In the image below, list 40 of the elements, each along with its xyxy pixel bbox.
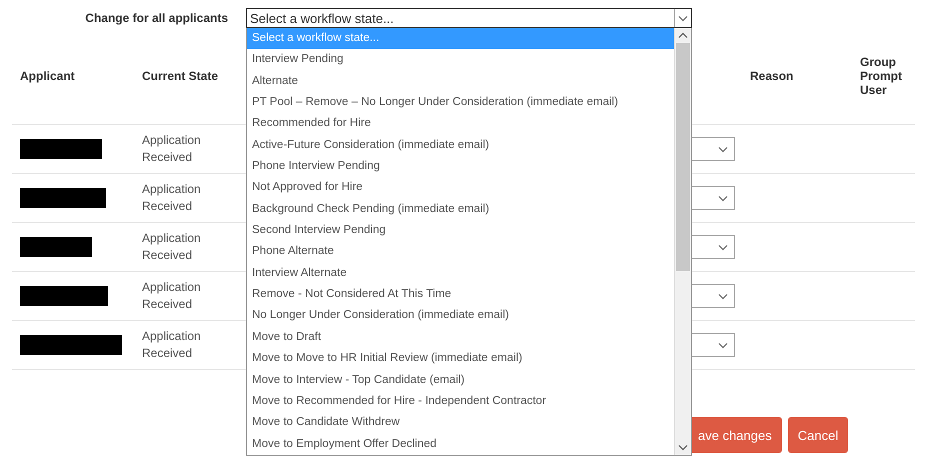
chevron-down-icon[interactable] — [718, 244, 728, 250]
dropdown-option[interactable]: Move to Draft — [247, 326, 674, 348]
workflow-select[interactable]: Select a workflow state... — [246, 8, 692, 28]
scrollbar-thumb[interactable] — [676, 43, 690, 271]
dropdown-option[interactable]: Active-Future Consideration (immediate email) — [247, 134, 674, 156]
column-header: Current State — [142, 69, 218, 83]
chevron-down-icon[interactable] — [718, 292, 728, 300]
dropdown-option[interactable]: Interview Pending — [247, 49, 674, 71]
dropdown-option[interactable]: Remove - Not Considered At This Time — [247, 284, 674, 306]
column-header: Group Prompt User — [860, 55, 903, 97]
dropdown-option[interactable]: Move to Employment Offer Declined — [247, 434, 674, 455]
dropdown-option[interactable]: Alternate — [247, 70, 674, 92]
current-state: Application Received — [142, 181, 202, 215]
bulk-change-label: Change for all applicants — [84, 11, 228, 25]
dropdown-option[interactable]: Move to Recommended for Hire - Independent Contractor — [247, 390, 674, 412]
current-state: Application Received — [142, 279, 202, 313]
chevron-down-icon[interactable] — [718, 342, 728, 348]
dropdown-option[interactable]: Second Interview Pending — [247, 220, 674, 242]
scroll-down-icon[interactable] — [678, 444, 688, 451]
current-state: Application Received — [142, 328, 202, 362]
dropdown-option[interactable]: No Longer Under Consideration (immediate email) — [247, 305, 674, 327]
scroll-up-icon[interactable] — [678, 32, 688, 39]
current-state: Application Received — [142, 132, 202, 166]
dropdown-option[interactable]: Phone Alternate — [247, 241, 674, 263]
cancel-button[interactable]: Cancel — [788, 417, 848, 453]
dropdown-option[interactable]: Phone Interview Pending — [247, 156, 674, 178]
dropdown-option[interactable]: Recommended for Hire — [247, 113, 674, 135]
current-state: Application Received — [142, 230, 202, 264]
dropdown-option[interactable]: Interview Alternate — [247, 262, 674, 284]
dropdown-option[interactable]: Move to Move to HR Initial Review (immediate email) — [247, 348, 674, 370]
column-header: Applicant — [20, 69, 75, 83]
dropdown-option[interactable]: Move to Interview - Top Candidate (email) — [247, 370, 674, 391]
chevron-down-icon[interactable] — [718, 146, 728, 152]
dropdown-option[interactable]: PT Pool – Remove – No Longer Under Consideration (immediate email) — [247, 92, 674, 114]
dropdown-option[interactable]: Not Approved for Hire — [247, 177, 674, 199]
dropdown-option[interactable]: Background Check Pending (immediate email) — [247, 198, 674, 220]
chevron-down-icon[interactable] — [718, 194, 728, 202]
dropdown-option[interactable]: Move to Candidate Withdrew — [247, 412, 674, 434]
column-header: Reason — [750, 69, 794, 83]
scrollbar[interactable] — [674, 28, 691, 455]
